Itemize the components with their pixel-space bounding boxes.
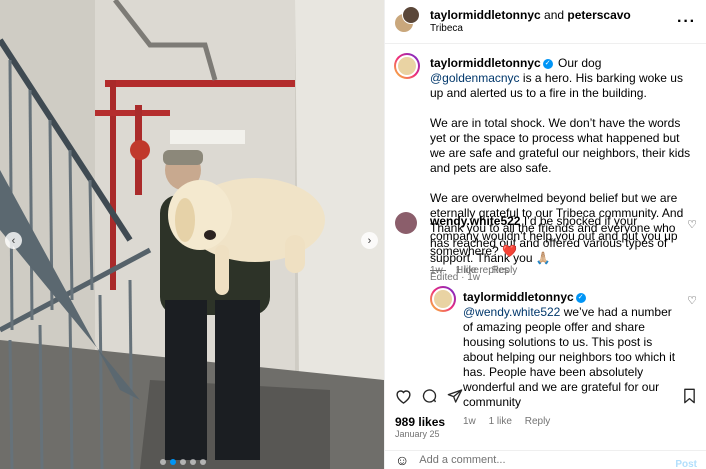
avatar <box>432 288 454 310</box>
heart-outline-icon: ♡ <box>687 219 697 231</box>
avatar[interactable] <box>395 212 417 234</box>
emoji-icon[interactable]: ☺ <box>395 452 409 468</box>
verified-badge-icon: ✓ <box>542 58 553 69</box>
send-icon <box>447 389 463 403</box>
more-options-button[interactable]: ··· <box>677 13 696 31</box>
post-side-panel: taylormiddletonnyc and peterscavo Tribec… <box>384 0 706 469</box>
chevron-right-icon: › <box>367 234 372 247</box>
comment-input[interactable] <box>419 454 660 466</box>
likes-count[interactable]: 989 likes <box>395 415 445 429</box>
reply-meta: 1w 1 like Reply <box>463 416 683 427</box>
heart-icon <box>396 390 411 404</box>
like-button[interactable] <box>395 388 412 407</box>
carousel-dot <box>190 459 196 465</box>
post-viewer: ‹ › taylormiddletonnyc and peterscavo Tr… <box>0 0 706 469</box>
mention-link[interactable]: @goldenmacnyc <box>430 71 520 85</box>
hide-replies-button[interactable]: Hide replies <box>430 265 509 276</box>
location-link[interactable]: Tribeca <box>430 22 631 35</box>
carousel-dot-active <box>170 459 176 465</box>
post-actions <box>385 381 706 411</box>
hide-replies-label: Hide replies <box>456 265 509 276</box>
post-header: taylormiddletonnyc and peterscavo Tribec… <box>385 0 706 44</box>
header-username-1[interactable]: taylormiddletonnyc <box>430 8 541 22</box>
comment-icon <box>422 389 437 403</box>
comment-text: wendy.white522 I’d be shocked if your co… <box>430 214 680 259</box>
like-reply-button[interactable]: ♡ <box>687 294 697 307</box>
previous-image-button[interactable]: ‹ <box>5 232 22 249</box>
collab-names: taylormiddletonnyc and peterscavo <box>430 7 631 22</box>
caption-username[interactable]: taylormiddletonnyc <box>430 56 541 70</box>
save-button[interactable] <box>683 388 696 407</box>
header-connector: and <box>540 7 568 22</box>
caption-avatar[interactable] <box>394 53 420 79</box>
carousel-dot <box>200 459 206 465</box>
header-text: taylormiddletonnyc and peterscavo Tribec… <box>430 7 631 35</box>
caption-paragraph: We are in total shock. We don’t have the… <box>430 116 691 175</box>
post-comment-button[interactable]: Post <box>675 459 697 469</box>
next-image-button[interactable]: › <box>361 232 378 249</box>
heart-outline-icon: ♡ <box>687 295 697 307</box>
share-button[interactable] <box>447 388 463 407</box>
post-image-carousel[interactable]: ‹ › <box>0 0 384 469</box>
comment-button[interactable] <box>421 388 438 407</box>
post-photo <box>0 0 384 469</box>
verified-badge-icon: ✓ <box>575 292 586 303</box>
collab-avatars[interactable] <box>394 5 420 35</box>
like-comment-button[interactable]: ♡ <box>687 218 697 231</box>
chevron-left-icon: ‹ <box>11 234 16 247</box>
caption-text-part: Our dog <box>554 56 605 70</box>
divider <box>430 270 446 271</box>
avatar <box>402 5 420 24</box>
reply-username[interactable]: taylormiddletonnyc <box>463 290 574 304</box>
post-date: January 25 <box>395 429 440 439</box>
carousel-dot <box>180 459 186 465</box>
carousel-dot <box>160 459 166 465</box>
avatar <box>396 55 418 77</box>
reply-button[interactable]: Reply <box>525 416 551 427</box>
more-horizontal-icon: ··· <box>677 13 696 30</box>
reply-age: 1w <box>463 416 476 427</box>
add-comment-bar: ☺ Post <box>385 450 706 469</box>
reply-likes[interactable]: 1 like <box>489 416 512 427</box>
mention-link[interactable]: @wendy.white522 <box>463 305 560 319</box>
carousel-indicator <box>160 459 206 465</box>
reply-avatar[interactable] <box>430 286 456 312</box>
comment-username[interactable]: wendy.white522 <box>430 214 520 228</box>
header-username-2[interactable]: peterscavo <box>567 8 630 22</box>
bookmark-icon <box>684 388 695 404</box>
